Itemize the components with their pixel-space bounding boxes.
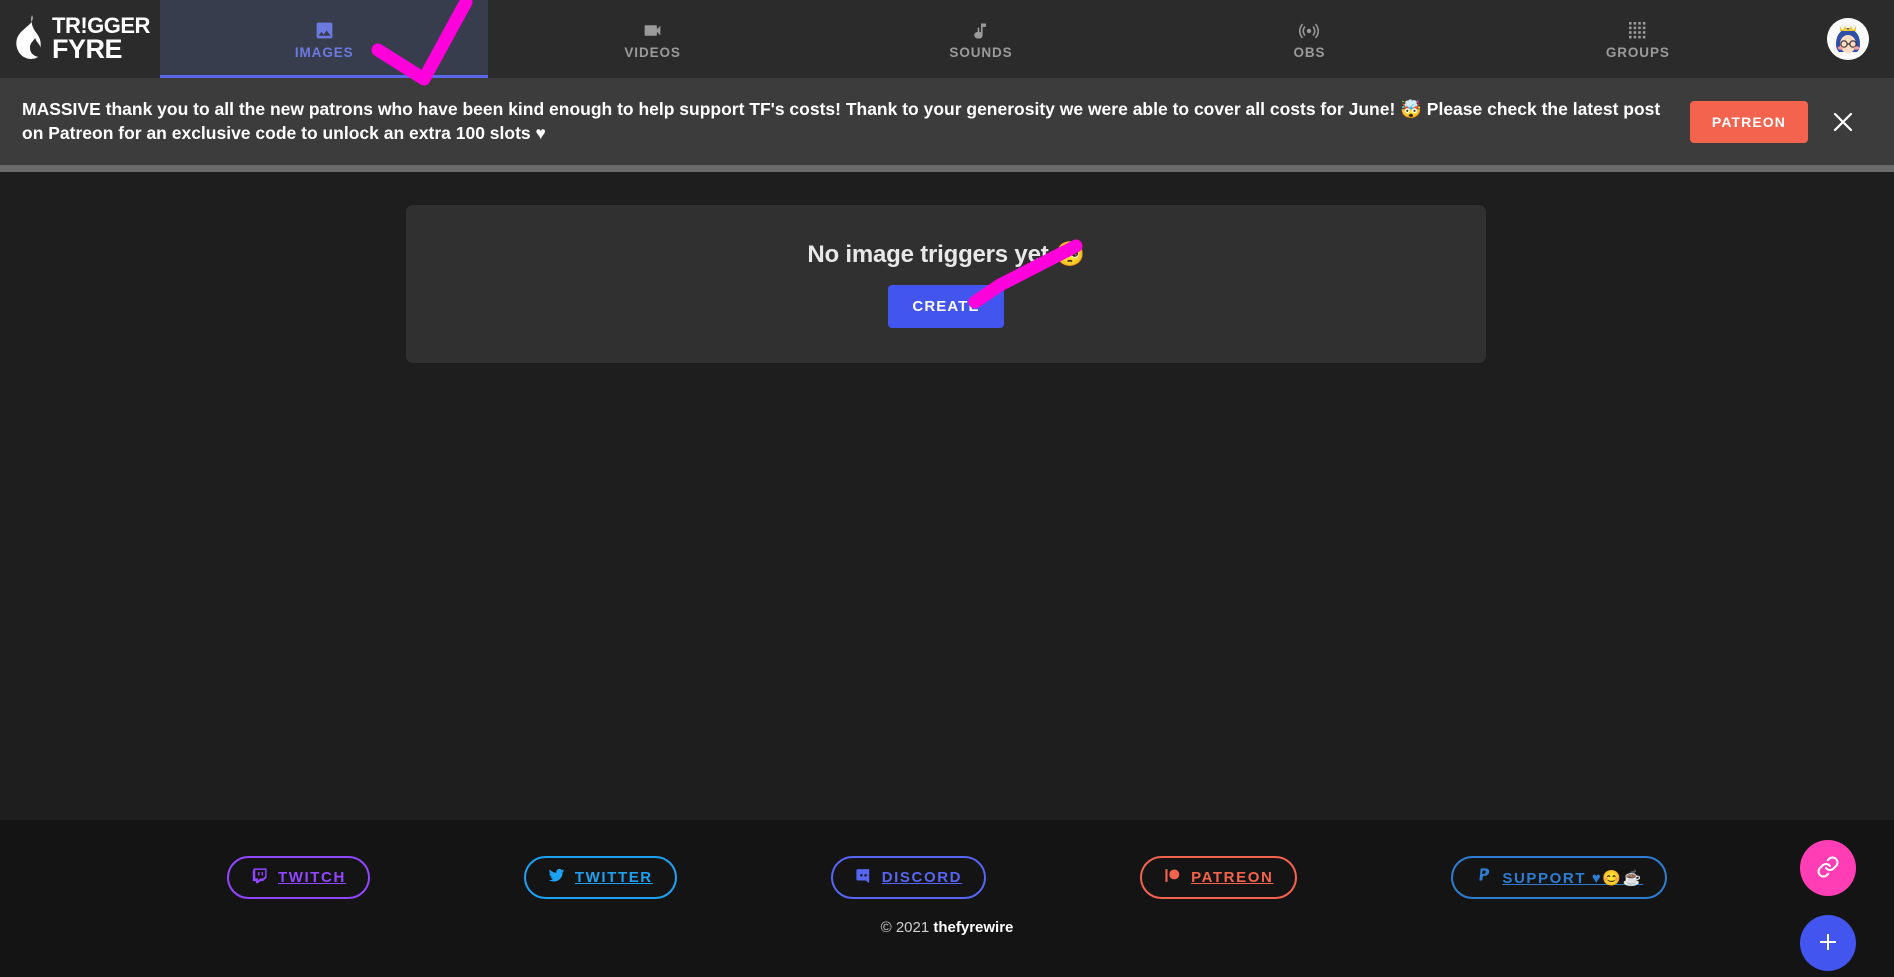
social-link-discord[interactable]: DISCORD [830,856,987,899]
paypal-icon [1475,867,1492,888]
social-link-twitter[interactable]: TWITTER [523,856,677,899]
avatar[interactable] [1827,18,1869,60]
tab-videos[interactable]: VIDEOS [488,0,816,78]
announcement-line-1: MASSIVE thank you to all the new patrons… [22,99,1661,120]
social-link-support[interactable]: SUPPORT ♥😊☕ [1451,856,1667,899]
empty-state-title: No image triggers yet 🥺 [807,241,1085,268]
music-note-icon [971,20,991,42]
empty-state-card: No image triggers yet 🥺 CREATE [406,205,1486,363]
add-fab[interactable] [1800,915,1856,971]
link-fab[interactable] [1800,840,1856,896]
logo-wordmark: TR!GGER FYRE [52,15,150,64]
avatar-container [1802,0,1894,78]
social-label-twitter: TWITTER [574,869,653,886]
announcement-banner: MASSIVE thank you to all the new patrons… [0,78,1894,165]
tab-obs-label: OBS [1293,44,1326,60]
tab-videos-label: VIDEOS [624,44,681,60]
announcement-text: MASSIVE thank you to all the new patrons… [22,98,1690,144]
patreon-icon [1164,867,1181,888]
tab-groups-label: GROUPS [1605,44,1670,60]
social-link-twitch[interactable]: TWITCH [226,856,370,899]
copyright-prefix: © 2021 [880,919,934,936]
video-camera-icon [642,20,663,42]
app-logo[interactable]: TR!GGER FYRE [0,0,160,78]
twitter-icon [548,867,565,888]
top-navigation-bar: TR!GGER FYRE IMAGES VIDEOS SOUNDS OBS GR… [0,0,1894,78]
main-content: No image triggers yet 🥺 CREATE [0,172,1894,820]
banner-actions: PATREON [1689,100,1872,143]
discord-icon [855,867,872,888]
announcement-line-2: on Patreon for an exclusive code to unlo… [22,122,546,143]
flame-icon [14,14,48,64]
copyright-brand: thefyrewire [933,919,1014,936]
tab-groups[interactable]: GROUPS [1474,0,1802,78]
social-link-patreon[interactable]: PATREON [1140,856,1298,899]
social-label-discord: DISCORD [881,869,963,886]
create-button[interactable]: CREATE [888,285,1004,328]
footer: TWITCH TWITTER DISCORD PATREON SUPPORT ♥ [0,820,1894,977]
close-icon[interactable] [1830,109,1856,135]
tab-images-label: IMAGES [294,44,354,60]
logo-line-2: FYRE [52,33,123,64]
twitch-icon [251,867,268,888]
social-label-support: SUPPORT ♥😊☕ [1502,869,1643,887]
nav-tabs: IMAGES VIDEOS SOUNDS OBS GROUPS [160,0,1802,78]
plus-icon [1816,930,1840,957]
grid-dots-icon [1628,20,1648,42]
social-links: TWITCH TWITTER DISCORD PATREON SUPPORT ♥ [0,856,1894,899]
banner-divider [0,165,1894,172]
tab-sounds-label: SOUNDS [949,44,1013,60]
image-icon [314,20,335,42]
tab-obs[interactable]: OBS [1145,0,1473,78]
tab-sounds[interactable]: SOUNDS [817,0,1145,78]
broadcast-icon [1298,20,1320,42]
tab-images[interactable]: IMAGES [160,0,489,78]
social-label-twitch: TWITCH [277,869,346,886]
link-icon [1816,855,1840,882]
copyright: © 2021 thefyrewire [0,919,1894,936]
social-label-patreon: PATREON [1191,869,1274,886]
banner-patreon-button[interactable]: PATREON [1689,100,1808,143]
